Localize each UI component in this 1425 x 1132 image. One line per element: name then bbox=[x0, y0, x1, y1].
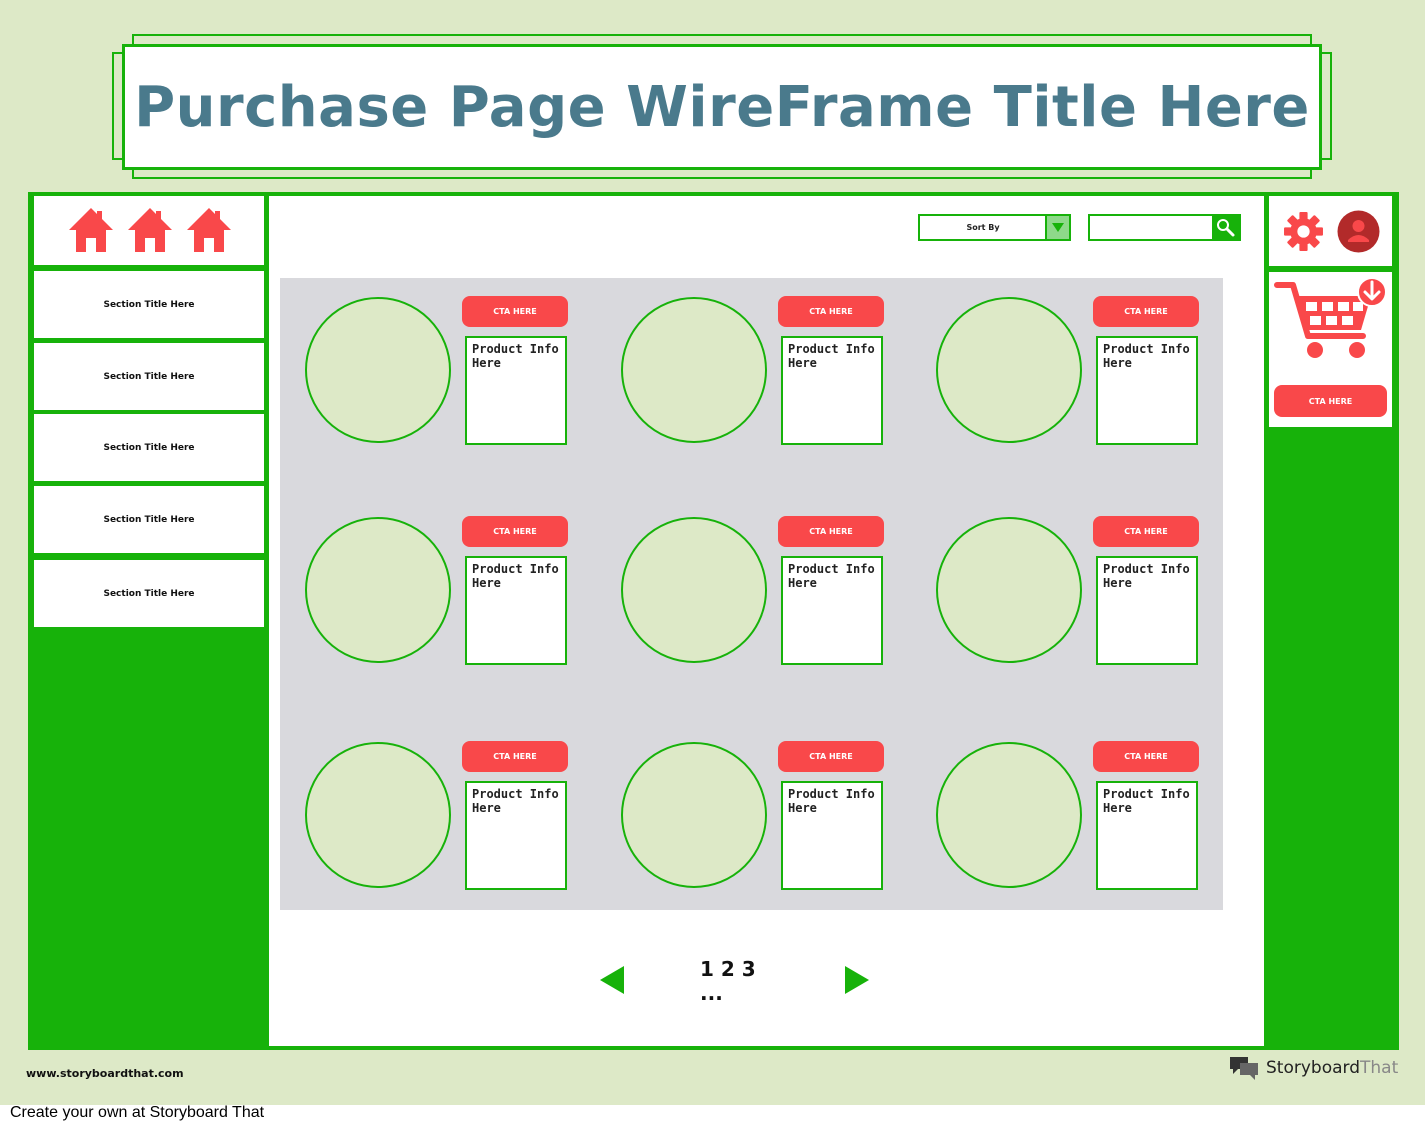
sidebar-item-section-1[interactable]: Section Title Here bbox=[34, 271, 264, 338]
home-icon[interactable] bbox=[126, 206, 174, 254]
sort-dropdown[interactable]: Sort By bbox=[918, 214, 1071, 241]
gear-icon[interactable] bbox=[1283, 211, 1324, 252]
product-cta-button[interactable]: CTA HERE bbox=[1093, 741, 1199, 772]
product-cta-button[interactable]: CTA HERE bbox=[778, 516, 884, 547]
search-icon bbox=[1217, 219, 1235, 237]
product-image-placeholder[interactable] bbox=[305, 742, 451, 888]
product-image-placeholder[interactable] bbox=[936, 297, 1082, 443]
product-info: Product Info Here bbox=[1096, 556, 1198, 665]
product-cta-button[interactable]: CTA HERE bbox=[462, 741, 568, 772]
product-info: Product Info Here bbox=[465, 556, 567, 665]
cart-icon[interactable] bbox=[1273, 276, 1389, 364]
brand-name: Storyboard bbox=[1266, 1058, 1360, 1078]
product-cta-button[interactable]: CTA HERE bbox=[778, 741, 884, 772]
title-banner: Purchase Page WireFrame Title Here bbox=[122, 44, 1322, 170]
next-arrow-icon[interactable] bbox=[843, 964, 871, 996]
product-cta-button[interactable]: CTA HERE bbox=[462, 516, 568, 547]
product-image-placeholder[interactable] bbox=[936, 742, 1082, 888]
sidebar-item-label: Section Title Here bbox=[103, 588, 195, 599]
product-info: Product Info Here bbox=[465, 336, 567, 445]
product-cta-button[interactable]: CTA HERE bbox=[1093, 296, 1199, 327]
product-image-placeholder[interactable] bbox=[936, 517, 1082, 663]
product-image-placeholder[interactable] bbox=[621, 297, 767, 443]
product-info: Product Info Here bbox=[465, 781, 567, 890]
product-image-placeholder[interactable] bbox=[305, 517, 451, 663]
footer-url[interactable]: www.storyboardthat.com bbox=[26, 1067, 184, 1080]
product-info: Product Info Here bbox=[781, 336, 883, 445]
product-cta-button[interactable]: CTA HERE bbox=[1093, 516, 1199, 547]
product-cta-button[interactable]: CTA HERE bbox=[462, 296, 568, 327]
brand-name-light: That bbox=[1360, 1058, 1399, 1078]
product-info: Product Info Here bbox=[781, 556, 883, 665]
product-info: Product Info Here bbox=[1096, 781, 1198, 890]
cart-cta-button[interactable]: CTA HERE bbox=[1274, 385, 1387, 417]
sidebar-item-section-3[interactable]: Section Title Here bbox=[34, 414, 264, 481]
home-nav bbox=[34, 196, 264, 265]
product-info: Product Info Here bbox=[1096, 336, 1198, 445]
create-your-own-link[interactable]: Create your own at Storyboard That bbox=[10, 1104, 264, 1122]
user-icon[interactable] bbox=[1337, 210, 1380, 253]
product-cta-button[interactable]: CTA HERE bbox=[778, 296, 884, 327]
product-image-placeholder[interactable] bbox=[621, 517, 767, 663]
sidebar-item-section-4[interactable]: Section Title Here bbox=[34, 486, 264, 553]
home-icon[interactable] bbox=[67, 206, 115, 254]
speech-bubble-icon bbox=[1230, 1057, 1258, 1080]
sidebar-item-label: Section Title Here bbox=[103, 442, 195, 453]
search-button[interactable] bbox=[1212, 216, 1239, 239]
page-title: Purchase Page WireFrame Title Here bbox=[134, 74, 1310, 140]
sort-label: Sort By bbox=[966, 223, 1000, 232]
sidebar-item-label: Section Title Here bbox=[103, 514, 195, 525]
product-image-placeholder[interactable] bbox=[305, 297, 451, 443]
page-numbers[interactable]: 1 2 3 ... bbox=[700, 957, 780, 1005]
product-image-placeholder[interactable] bbox=[621, 742, 767, 888]
prev-arrow-icon[interactable] bbox=[598, 964, 626, 996]
sidebar-item-label: Section Title Here bbox=[103, 299, 195, 310]
product-info: Product Info Here bbox=[781, 781, 883, 890]
sidebar-item-section-5[interactable]: Section Title Here bbox=[34, 560, 264, 627]
home-icon[interactable] bbox=[185, 206, 233, 254]
dropdown-arrow-icon[interactable] bbox=[1045, 216, 1069, 239]
sidebar-item-section-2[interactable]: Section Title Here bbox=[34, 343, 264, 410]
search-field[interactable] bbox=[1088, 214, 1241, 241]
brand-logo[interactable]: StoryboardThat bbox=[1228, 1055, 1398, 1081]
sidebar-item-label: Section Title Here bbox=[103, 371, 195, 382]
account-toolbar bbox=[1269, 196, 1392, 266]
